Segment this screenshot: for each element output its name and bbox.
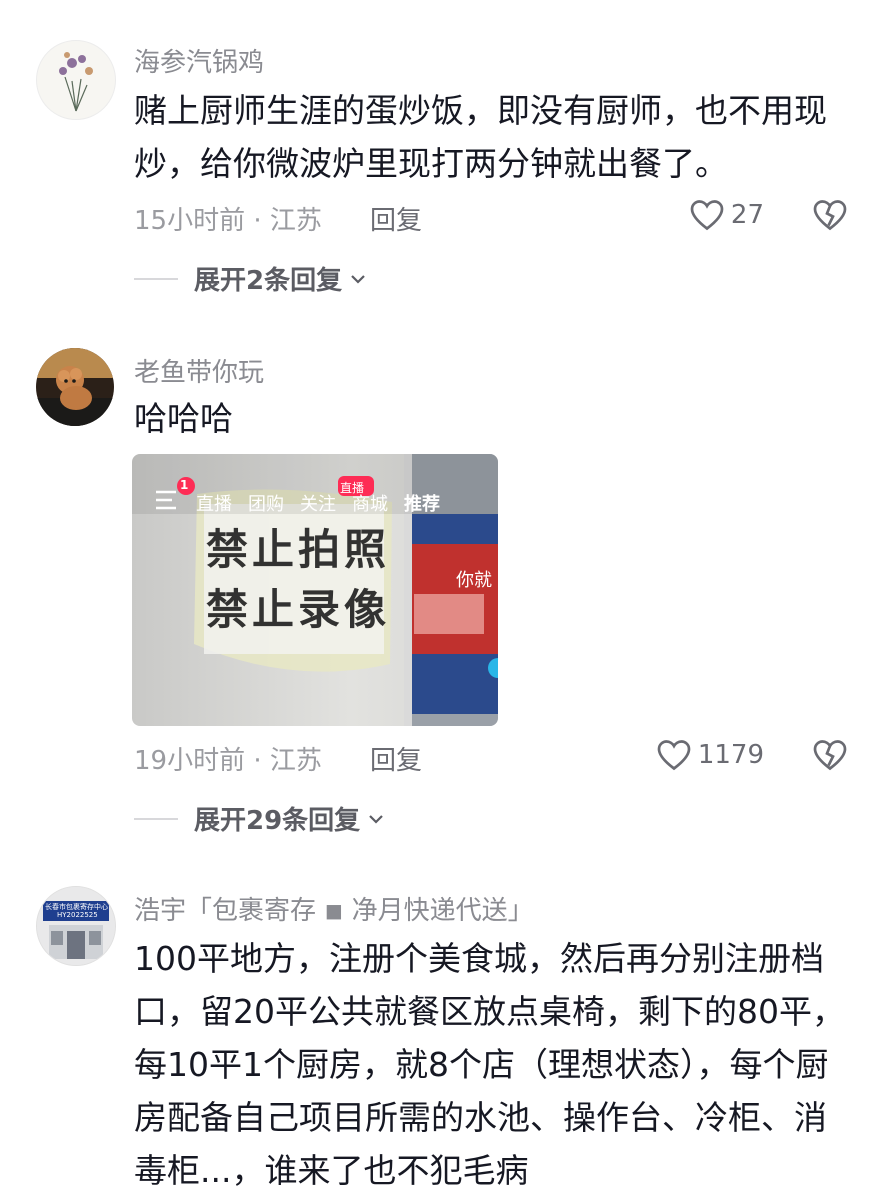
comment-text: 100平地方，注册个美食城，然后再分别注册档口，留20平公共就餐区放点桌椅，剩下…: [134, 939, 845, 1190]
flower-bouquet-icon: [59, 52, 93, 112]
divider-line: [134, 277, 178, 280]
expand-replies-button[interactable]: 展开29条回复: [134, 800, 384, 837]
username[interactable]: 老鱼带你玩: [134, 352, 264, 389]
username[interactable]: 浩宇「包裹寄存 ◾ 净月快递代送」: [134, 890, 534, 927]
comment-item: 老鱼带你玩 哈哈哈 1 直播 直播 团购 关注 商城 推荐 禁止拍照 禁止录像 …: [0, 320, 886, 860]
storefront-icon: [37, 887, 115, 965]
dislike-button[interactable]: [812, 738, 848, 776]
poodle-dog-icon: [36, 348, 114, 426]
heart-icon: [690, 200, 724, 231]
divider-line: [134, 817, 178, 820]
tab-recommend: 推荐: [404, 494, 440, 515]
tab-mall: 商城: [352, 494, 388, 515]
tab-follow: 关注: [300, 494, 336, 515]
sign-text-line-2: 禁止录像: [206, 585, 391, 634]
comment-image[interactable]: 1 直播 直播 团购 关注 商城 推荐 禁止拍照 禁止录像 你就: [132, 454, 498, 726]
comment-item: 长春市包裹寄存中心 HY2022525 浩宇「包裹寄存 ◾ 净月快递代送」 10…: [0, 860, 886, 1200]
expand-replies-label: 展开2条回复: [194, 266, 343, 296]
tab-bar: 直播 团购 关注 商城 推荐: [196, 490, 440, 516]
avatar-sign-code: HY2022525: [57, 911, 98, 919]
comment-text: 赌上厨师生涯的蛋炒饭，即没有厨师，也不用现炒，给你微波炉里现打两分钟就出餐了。: [134, 91, 827, 183]
like-count: 27: [730, 200, 764, 230]
sign-text-line-1: 禁止拍照: [206, 525, 391, 574]
badge-count: 1: [180, 478, 189, 492]
reply-button[interactable]: 回复: [370, 200, 422, 237]
heart-icon: [657, 740, 691, 771]
avatar[interactable]: [36, 348, 114, 426]
expand-replies-button[interactable]: 展开2条回复: [134, 260, 366, 297]
like-count: 1179: [697, 740, 764, 770]
comment-text: 哈哈哈: [134, 399, 233, 438]
username[interactable]: 海参汽锅鸡: [134, 42, 264, 79]
screen-text: 你就: [456, 570, 492, 591]
comment-meta: 19小时前 · 江苏: [134, 746, 322, 776]
like-button[interactable]: 27: [689, 198, 764, 232]
avatar[interactable]: [36, 40, 116, 120]
chevron-down-icon: [351, 274, 365, 284]
avatar[interactable]: 长春市包裹寄存中心 HY2022525: [36, 886, 116, 966]
comment-meta: 15小时前 · 江苏: [134, 206, 322, 236]
chevron-down-icon: [369, 814, 383, 824]
expand-replies-label: 展开29条回复: [194, 806, 361, 836]
reply-button[interactable]: 回复: [370, 740, 422, 777]
dislike-button[interactable]: [812, 198, 848, 236]
like-button[interactable]: 1179: [656, 738, 764, 772]
tab-group-buy: 团购: [248, 494, 284, 515]
broken-heart-icon: [813, 740, 847, 771]
tab-live: 直播: [196, 494, 232, 515]
comment-item: 海参汽锅鸡 赌上厨师生涯的蛋炒饭，即没有厨师，也不用现炒，给你微波炉里现打两分钟…: [0, 0, 886, 320]
broken-heart-icon: [813, 200, 847, 231]
